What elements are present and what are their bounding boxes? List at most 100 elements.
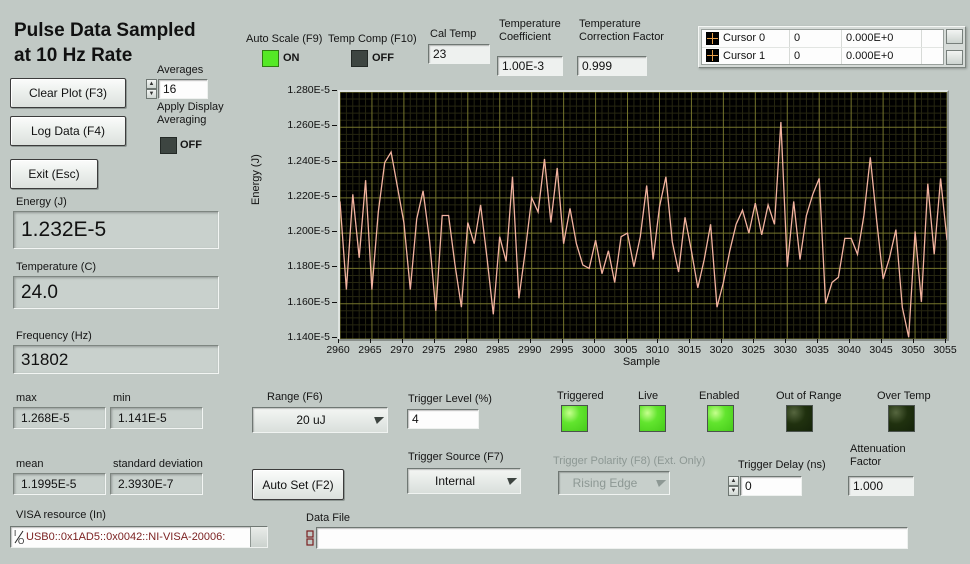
- out-of-range-label: Out of Range: [776, 390, 841, 403]
- min-label: min: [113, 392, 131, 405]
- over-temp-led: [888, 405, 915, 432]
- standard-deviation-label: standard deviation: [113, 458, 203, 471]
- range-value: 20 uJ: [253, 413, 369, 427]
- averages-input[interactable]: 16: [158, 79, 208, 99]
- increment-icon[interactable]: ▲: [146, 79, 157, 89]
- scroll-up-button[interactable]: [946, 29, 963, 44]
- svg-text:I: I: [14, 529, 16, 538]
- scroll-down-button[interactable]: [946, 50, 963, 65]
- io-icon: I O: [13, 529, 26, 545]
- x-tick-label: 2985: [480, 344, 516, 356]
- x-tick-label: 2970: [384, 344, 420, 356]
- temperature-correction-factor-display: 0.999: [577, 56, 647, 76]
- cursor-row-spacer: [922, 48, 943, 65]
- x-tick-label: 3000: [576, 344, 612, 356]
- cursor-crosshair-icon: [706, 32, 719, 45]
- clear-plot-button[interactable]: Clear Plot (F3): [10, 78, 126, 108]
- x-tick-label: 2975: [416, 344, 452, 356]
- path-icon: [305, 530, 315, 546]
- apply-display-averaging-label: Apply Display Averaging: [157, 101, 224, 127]
- cursor-row[interactable]: Cursor 0 0 0.000E+0: [702, 30, 943, 48]
- range-label: Range (F6): [267, 391, 323, 404]
- temperature-coefficient-input[interactable]: 1.00E-3: [497, 56, 563, 76]
- y-tick-label: 1.280E-5: [272, 84, 330, 96]
- min-display: 1.141E-5: [110, 407, 203, 429]
- cursor-y-value: 0.000E+0: [842, 30, 922, 47]
- x-tick-label: 3055: [927, 344, 963, 356]
- over-temp-label: Over Temp: [877, 390, 931, 403]
- chart-canvas[interactable]: [340, 92, 947, 339]
- temp-comp-state: OFF: [372, 52, 394, 65]
- auto-scale-toggle[interactable]: [262, 50, 279, 67]
- triggered-label: Triggered: [557, 390, 604, 403]
- trigger-source-dropdown[interactable]: Internal: [407, 468, 521, 494]
- mean-display: 1.1995E-5: [13, 473, 106, 495]
- x-tick-label: 2980: [448, 344, 484, 356]
- visa-resource-label: VISA resource (In): [16, 509, 106, 522]
- apply-display-averaging-state: OFF: [180, 139, 202, 152]
- cal-temp-input[interactable]: 23: [428, 44, 490, 64]
- x-axis-title: Sample: [338, 356, 945, 368]
- enabled-led: [707, 405, 734, 432]
- cursor-row[interactable]: Cursor 1 0 0.000E+0: [702, 48, 943, 65]
- auto-scale-label: Auto Scale (F9): [246, 33, 322, 46]
- visa-resource-dropdown[interactable]: I O USB0::0x1AD5::0x0042::NI-VISA-20006:: [10, 526, 268, 548]
- x-tick-label: 2960: [320, 344, 356, 356]
- cursor-legend-scrollbar[interactable]: [946, 29, 963, 65]
- waveform-chart[interactable]: [338, 90, 949, 341]
- trigger-level-input[interactable]: 4: [407, 409, 479, 429]
- temp-comp-toggle[interactable]: [351, 50, 368, 67]
- cursor-y-value: 0.000E+0: [842, 48, 922, 65]
- decrement-icon[interactable]: ▼: [146, 89, 157, 99]
- chevron-down-icon[interactable]: [502, 469, 520, 493]
- cursor-legend[interactable]: Cursor 0 0 0.000E+0 Cursor 1 0 0.000E+0: [698, 26, 966, 68]
- auto-set-button[interactable]: Auto Set (F2): [252, 469, 344, 500]
- max-display: 1.268E-5: [13, 407, 106, 429]
- exit-button[interactable]: Exit (Esc): [10, 159, 98, 189]
- mean-label: mean: [16, 458, 44, 471]
- y-tick-label: 1.160E-5: [272, 296, 330, 308]
- out-of-range-led: [786, 405, 813, 432]
- trigger-delay-input[interactable]: 0: [740, 476, 802, 496]
- energy-display: 1.232E-5: [13, 211, 219, 249]
- y-tick-label: 1.220E-5: [272, 190, 330, 202]
- frequency-display: 31802: [13, 345, 219, 374]
- cursor-x-value: 0: [790, 30, 842, 47]
- log-data-button[interactable]: Log Data (F4): [10, 116, 126, 146]
- data-file-input[interactable]: [316, 527, 908, 549]
- range-dropdown[interactable]: 20 uJ: [252, 407, 388, 433]
- attenuation-factor-label: Attenuation Factor: [850, 443, 906, 469]
- x-tick-label: 3010: [639, 344, 675, 356]
- increment-icon[interactable]: ▲: [728, 476, 739, 486]
- standard-deviation-display: 2.3930E-7: [110, 473, 203, 495]
- trigger-delay-label: Trigger Delay (ns): [738, 459, 826, 472]
- decrement-icon[interactable]: ▼: [728, 486, 739, 496]
- x-tick-label: 2995: [544, 344, 580, 356]
- temperature-correction-factor-label: Temperature Correction Factor: [579, 18, 664, 44]
- x-tick-label: 3030: [767, 344, 803, 356]
- apply-display-averaging-toggle[interactable]: [160, 137, 177, 154]
- trigger-delay-stepper[interactable]: ▲▼: [728, 476, 739, 496]
- x-tick-label: 3040: [831, 344, 867, 356]
- averages-stepper[interactable]: ▲▼: [146, 79, 157, 99]
- triggered-led: [561, 405, 588, 432]
- trigger-source-label: Trigger Source (F7): [408, 451, 504, 464]
- y-tick-label: 1.180E-5: [272, 260, 330, 272]
- live-label: Live: [638, 390, 658, 403]
- svg-text:O: O: [18, 537, 24, 545]
- x-tick-label: 3035: [799, 344, 835, 356]
- attenuation-factor-display: 1.000: [848, 476, 914, 496]
- temperature-coefficient-label: Temperature Coefficient: [499, 18, 561, 44]
- temp-comp-label: Temp Comp (F10): [328, 33, 417, 46]
- y-axis-title: Energy (J): [250, 154, 262, 205]
- temperature-display: 24.0: [13, 276, 219, 309]
- y-tick-label: 1.240E-5: [272, 155, 330, 167]
- x-tick-label: 3050: [895, 344, 931, 356]
- x-tick-label: 2965: [352, 344, 388, 356]
- visa-dropdown-button[interactable]: [250, 527, 267, 547]
- visa-resource-value: USB0::0x1AD5::0x0042::NI-VISA-20006:: [26, 531, 250, 543]
- chevron-down-icon[interactable]: [369, 408, 387, 432]
- x-tick-label: 3015: [671, 344, 707, 356]
- x-tick-label: 3020: [703, 344, 739, 356]
- y-tick-label: 1.140E-5: [272, 331, 330, 343]
